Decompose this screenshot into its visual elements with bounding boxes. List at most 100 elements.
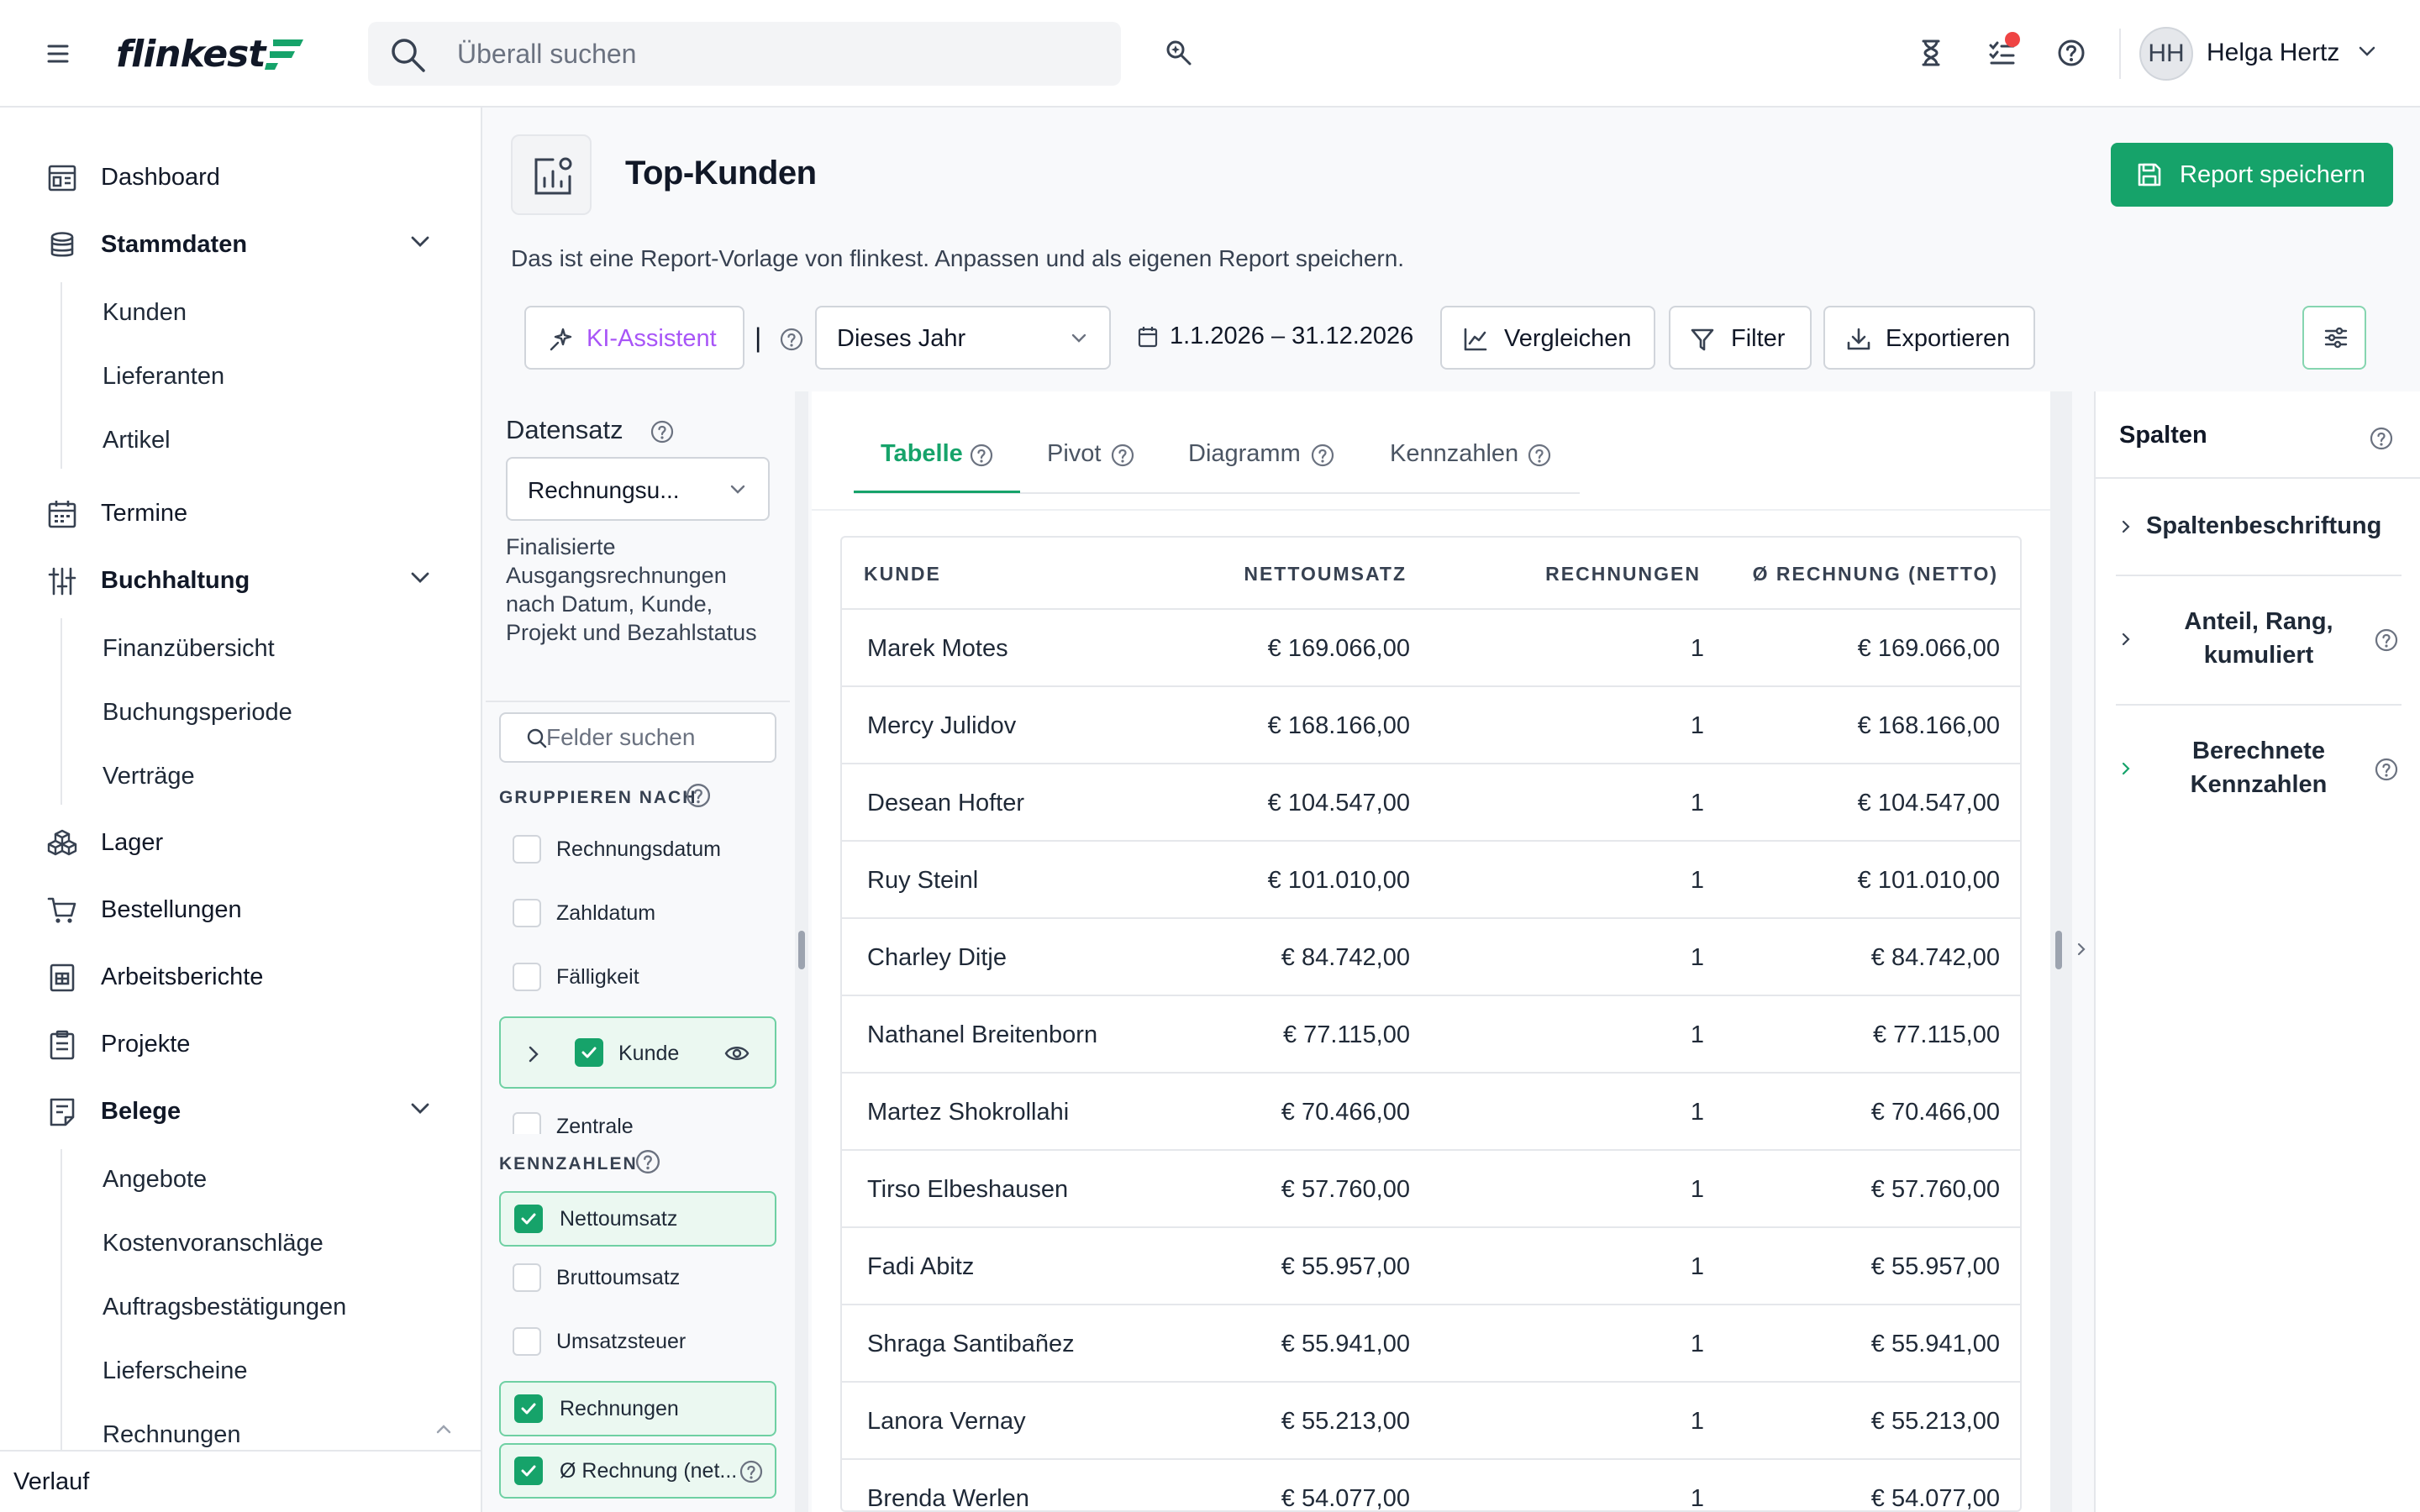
sidebar-item-dashboard[interactable]: Dashboard: [0, 148, 482, 207]
eye-icon[interactable]: [724, 1043, 750, 1063]
column-header-avg-rechnung[interactable]: Ø RECHNUNG (NETTO): [1753, 563, 1998, 585]
sidebar-subitem-rechnungen[interactable]: Rechnungen: [103, 1421, 240, 1449]
field-zahldatum[interactable]: Zahldatum: [499, 887, 776, 939]
checkbox[interactable]: [513, 1112, 541, 1134]
help-icon[interactable]: [1528, 444, 1551, 467]
column-header-rechnungen[interactable]: RECHNUNGEN: [1545, 563, 1701, 585]
save-report-button[interactable]: Report speichern: [2111, 143, 2393, 207]
compare-button[interactable]: Vergleichen: [1440, 306, 1655, 370]
table-row[interactable]: Mercy Julidov € 168.166,00 1 € 168.166,0…: [842, 687, 2020, 764]
chevron-up-icon[interactable]: [435, 1423, 452, 1435]
help-icon[interactable]: [686, 783, 711, 808]
table-row[interactable]: Desean Hofter € 104.547,00 1 € 104.547,0…: [842, 764, 2020, 842]
help-icon[interactable]: [1111, 444, 1134, 467]
section-spaltenbeschriftung[interactable]: Spaltenbeschriftung: [2116, 507, 2398, 548]
checkbox[interactable]: [513, 835, 541, 864]
tab-tabelle[interactable]: Tabelle: [881, 440, 963, 468]
help-icon[interactable]: [1311, 444, 1334, 467]
checkbox[interactable]: [513, 1327, 541, 1356]
table-row[interactable]: Charley Ditje € 84.742,00 1 € 84.742,00: [842, 919, 2020, 996]
table-row[interactable]: Shraga Santibañez € 55.941,00 1 € 55.941…: [842, 1305, 2020, 1383]
chevron-down-icon[interactable]: [2358, 45, 2376, 57]
sidebar-item-stammdaten[interactable]: Stammdaten: [0, 215, 482, 274]
section-anteil-rang-kumuliert[interactable]: Anteil, Rang, kumuliert: [2116, 605, 2398, 675]
tab-pivot[interactable]: Pivot: [1047, 440, 1101, 468]
field-umsatzsteuer[interactable]: Umsatzsteuer: [499, 1315, 776, 1368]
table-row[interactable]: Lanora Vernay € 55.213,00 1 € 55.213,00: [842, 1383, 2020, 1460]
sidebar-subitem-lieferanten[interactable]: Lieferanten: [103, 363, 224, 391]
sidebar-item-lager[interactable]: Lager: [0, 813, 482, 872]
help-icon[interactable]: [2375, 758, 2398, 781]
ai-search-icon[interactable]: [1165, 39, 1193, 67]
sidebar-subitem-vertraege[interactable]: Verträge: [103, 763, 195, 790]
checkbox[interactable]: [513, 1263, 541, 1292]
field-bruttoumsatz[interactable]: Bruttoumsatz: [499, 1252, 776, 1304]
sidebar-subitem-angebote[interactable]: Angebote: [103, 1166, 207, 1194]
dataset-select[interactable]: Rechnungsu...: [506, 457, 770, 521]
field-faelligkeit[interactable]: Fälligkeit: [499, 951, 776, 1003]
section-berechnete-kennzahlen[interactable]: Berechnete Kennzahlen: [2116, 734, 2398, 805]
help-icon[interactable]: [739, 1460, 763, 1483]
sidebar-item-belege[interactable]: Belege: [0, 1082, 482, 1141]
sidebar-item-buchhaltung[interactable]: Buchhaltung: [0, 551, 482, 610]
field-rechnungen[interactable]: Rechnungen: [499, 1381, 776, 1436]
checkbox[interactable]: [513, 963, 541, 991]
field-zentrale[interactable]: Zentrale: [499, 1100, 776, 1134]
help-icon[interactable]: [2370, 427, 2393, 450]
help-icon[interactable]: [2375, 628, 2398, 652]
sidebar-subitem-artikel[interactable]: Artikel: [103, 427, 171, 454]
checkbox[interactable]: [513, 899, 541, 927]
tab-diagramm[interactable]: Diagramm: [1188, 440, 1301, 468]
export-button[interactable]: Exportieren: [1823, 306, 2035, 370]
resize-handle[interactable]: [2055, 931, 2062, 969]
chevron-down-icon[interactable]: [410, 235, 430, 249]
ai-assistant-button[interactable]: KI-Assistent: [524, 306, 744, 370]
sidebar-item-bestellungen[interactable]: Bestellungen: [0, 880, 482, 939]
table-row[interactable]: Martez Shokrollahi € 70.466,00 1 € 70.46…: [842, 1074, 2020, 1151]
table-row[interactable]: Ruy Steinl € 101.010,00 1 € 101.010,00: [842, 842, 2020, 919]
sidebar-subitem-auftragsbestaetigungen[interactable]: Auftragsbestätigungen: [103, 1294, 346, 1321]
checkbox-checked[interactable]: [514, 1457, 543, 1485]
table-row[interactable]: Fadi Abitz € 55.957,00 1 € 55.957,00: [842, 1228, 2020, 1305]
field-kunde[interactable]: Kunde: [499, 1016, 776, 1089]
tab-kennzahlen[interactable]: Kennzahlen: [1390, 440, 1518, 468]
settings-sliders-button[interactable]: [2302, 306, 2366, 370]
sidebar-subitem-lieferscheine[interactable]: Lieferscheine: [103, 1357, 248, 1385]
sidebar-item-arbeitsberichte[interactable]: Arbeitsberichte: [0, 948, 482, 1006]
checkbox-checked[interactable]: [514, 1205, 543, 1233]
sidebar-subitem-finanzuebersicht[interactable]: Finanzübersicht: [103, 635, 275, 663]
help-icon[interactable]: [650, 420, 674, 444]
filter-button[interactable]: Filter: [1669, 306, 1812, 370]
table-row[interactable]: Marek Motes € 169.066,00 1 € 169.066,00: [842, 610, 2020, 687]
chevron-right-icon[interactable]: [528, 1045, 539, 1063]
sidebar-item-projekte[interactable]: Projekte: [0, 1015, 482, 1074]
hourglass-icon[interactable]: [1918, 39, 1944, 67]
resize-handle[interactable]: [798, 931, 805, 969]
date-range[interactable]: 1.1.2026 – 31.12.2026: [1170, 323, 1413, 350]
period-select[interactable]: Dieses Jahr: [815, 306, 1111, 370]
checkbox-checked[interactable]: [514, 1394, 543, 1423]
sidebar-subitem-kostenvoranschlaege[interactable]: Kostenvoranschläge: [103, 1230, 324, 1257]
sidebar-subitem-buchungsperiode[interactable]: Buchungsperiode: [103, 699, 292, 727]
help-icon[interactable]: [970, 444, 993, 467]
sidebar-subitem-kunden[interactable]: Kunden: [103, 299, 187, 327]
global-search[interactable]: [368, 22, 1121, 86]
app-logo[interactable]: flinkest: [116, 29, 307, 79]
chevron-right-icon[interactable]: [2075, 941, 2087, 958]
sidebar-item-termine[interactable]: Termine: [0, 484, 482, 543]
chevron-down-icon[interactable]: [410, 571, 430, 585]
fields-search-input[interactable]: [546, 714, 765, 761]
avatar[interactable]: HH: [2139, 27, 2193, 81]
history-bar[interactable]: Verlauf: [0, 1450, 481, 1512]
field-rechnungsdatum[interactable]: Rechnungsdatum: [499, 823, 776, 875]
fields-search[interactable]: [499, 712, 776, 763]
checkbox-checked[interactable]: [575, 1038, 603, 1067]
field-nettoumsatz[interactable]: Nettoumsatz: [499, 1191, 776, 1247]
field-avg-rechnung[interactable]: Ø Rechnung (net...: [499, 1443, 776, 1499]
help-icon[interactable]: [2057, 39, 2086, 67]
menu-icon[interactable]: [45, 42, 71, 66]
chevron-down-icon[interactable]: [410, 1102, 430, 1116]
help-icon[interactable]: [780, 328, 803, 351]
column-header-kunde[interactable]: KUNDE: [864, 563, 941, 585]
user-name[interactable]: Helga Hertz: [2207, 39, 2339, 67]
